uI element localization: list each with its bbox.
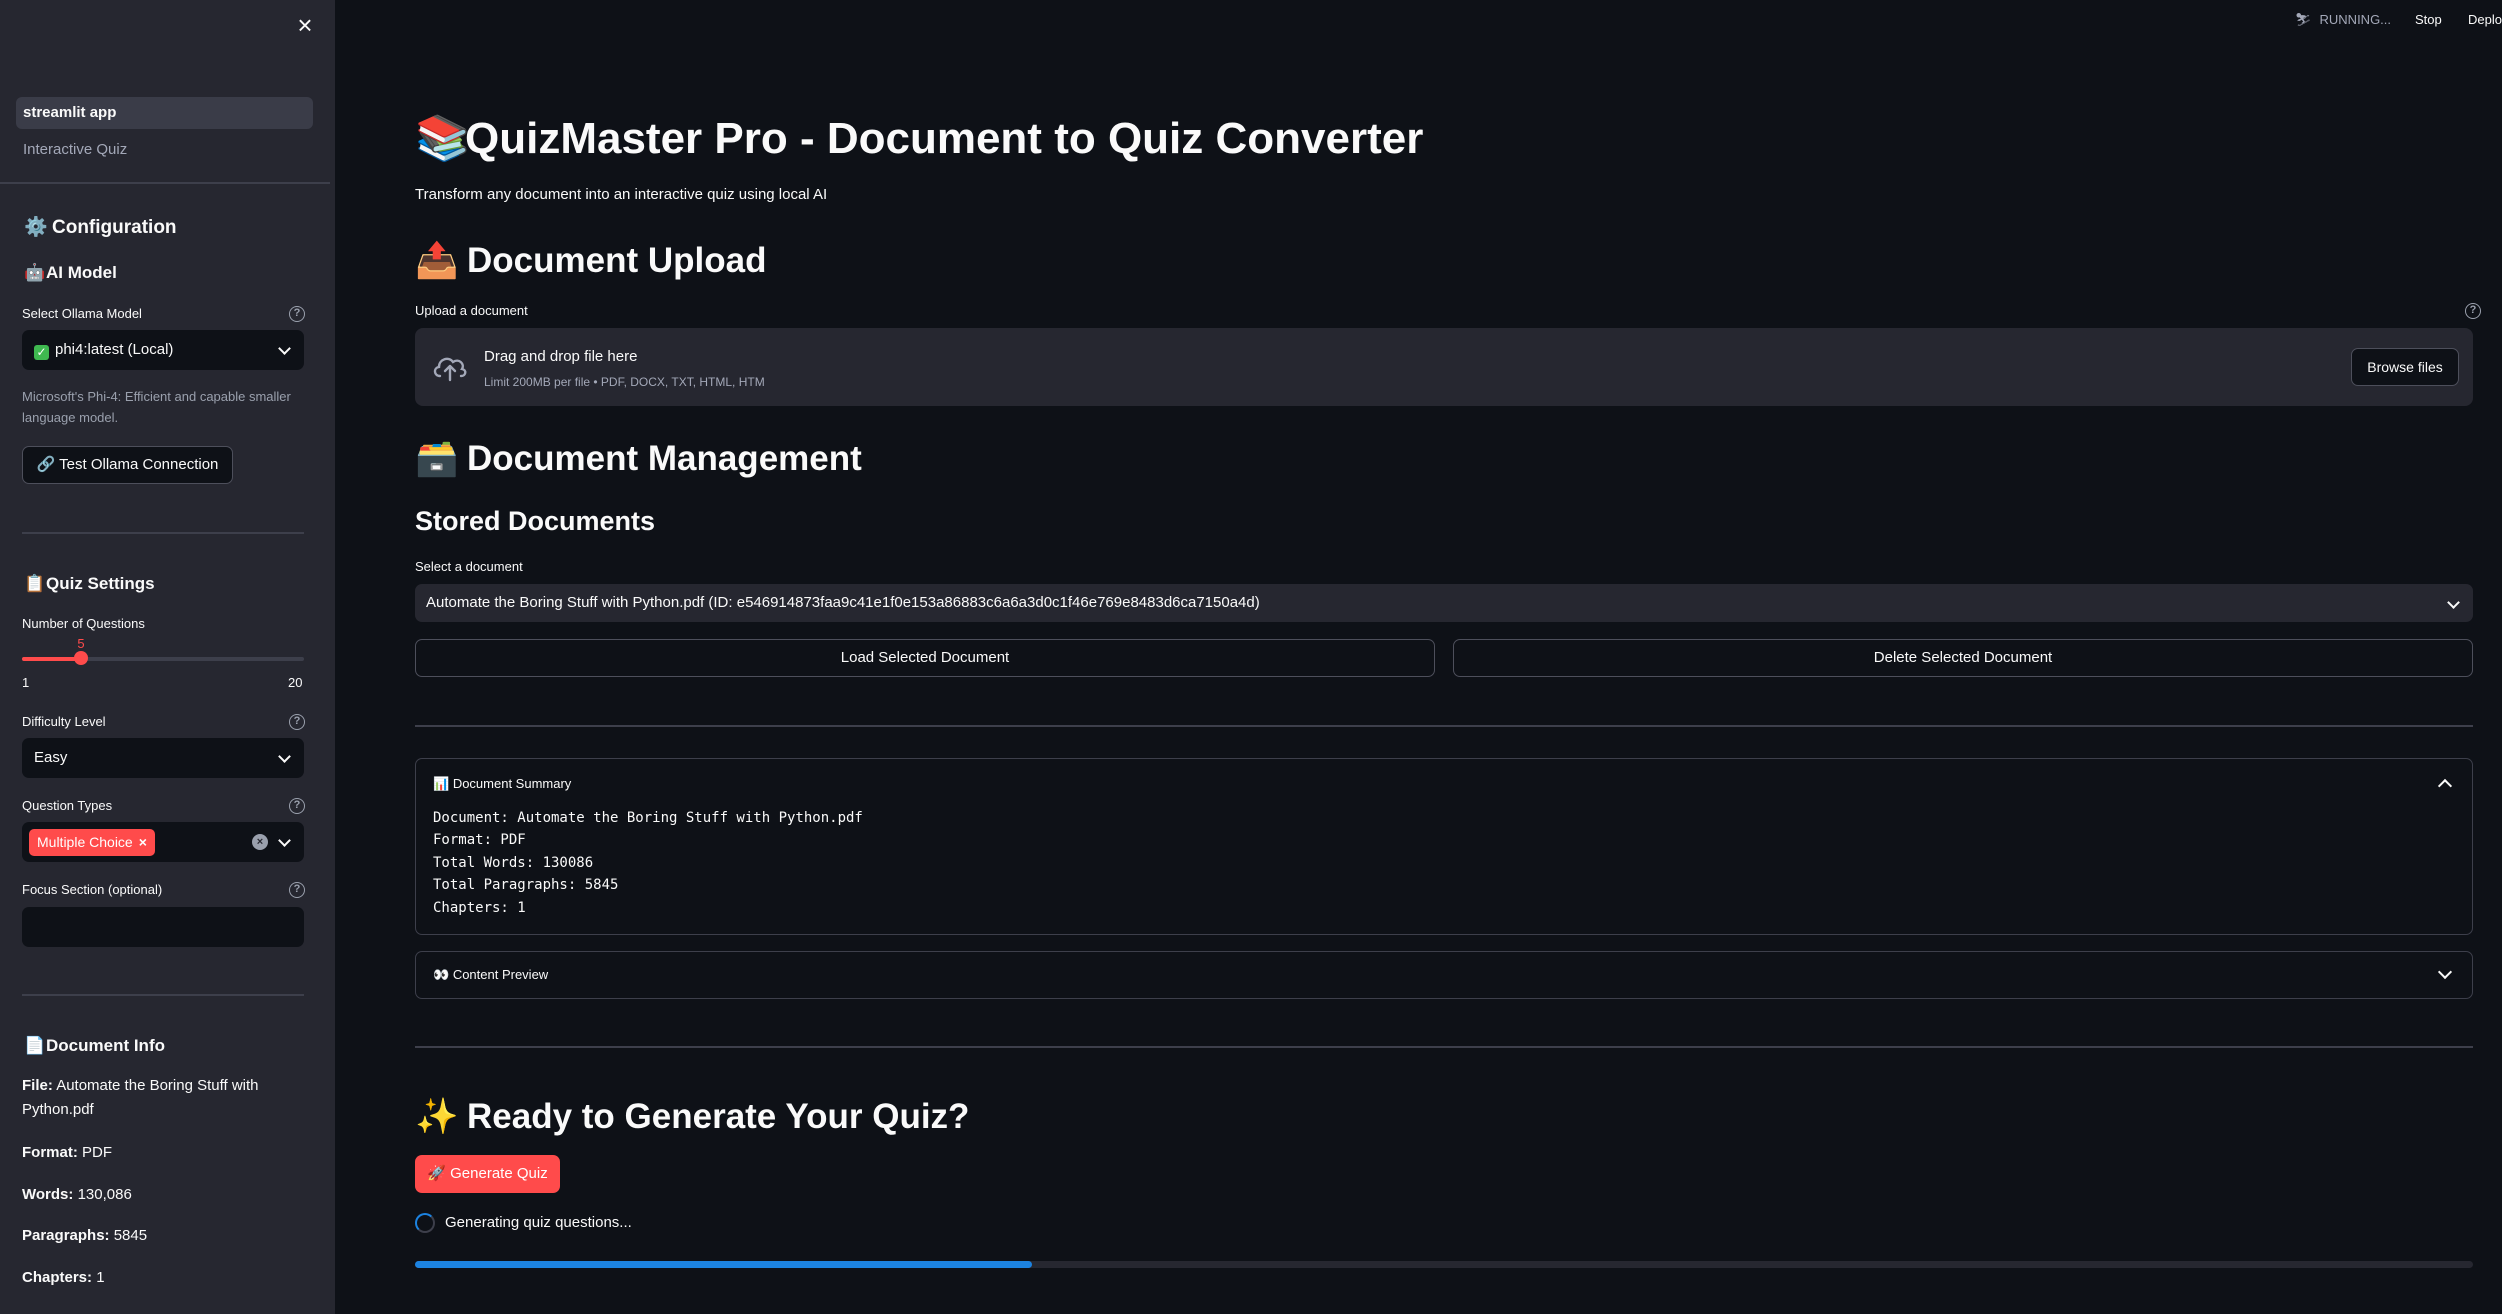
num-questions-slider[interactable] xyxy=(22,651,304,665)
document-select[interactable]: Automate the Boring Stuff with Python.pd… xyxy=(415,584,2473,622)
close-sidebar-icon[interactable]: × xyxy=(290,10,320,40)
info-words: Words: 130,086 xyxy=(22,1186,132,1203)
ai-model-heading: 🤖AI Model xyxy=(24,263,117,282)
model-caption: Microsoft's Phi-4: Efficient and capable… xyxy=(22,389,291,425)
load-selected-document-button[interactable]: Load Selected Document xyxy=(415,639,1435,677)
help-icon[interactable]: ? xyxy=(289,882,305,898)
sidebar-divider xyxy=(0,182,330,184)
difficulty-select[interactable]: Easy xyxy=(22,738,304,778)
sidebar: × streamlit app Interactive Quiz ⚙️ Confi… xyxy=(0,0,335,1314)
info-chapters: Chapters: 1 xyxy=(22,1269,105,1286)
document-icon: 📄 xyxy=(24,1036,46,1055)
document-summary-expander: 📊 Document Summary Document: Automate th… xyxy=(415,758,2473,935)
slider-min: 1 xyxy=(22,675,30,690)
configuration-heading: ⚙️ Configuration xyxy=(24,217,177,238)
remove-tag-icon[interactable]: × xyxy=(139,834,147,850)
content-preview-expander[interactable]: 👀 Content Preview xyxy=(415,951,2473,999)
summary-line: Document: Automate the Boring Stuff with… xyxy=(433,810,863,826)
spinner-icon xyxy=(415,1213,435,1233)
drag-drop-text: Drag and drop file here xyxy=(484,348,638,365)
chart-icon: 📊 xyxy=(433,776,450,791)
upload-limit-text: Limit 200MB per file • PDF, DOCX, TXT, H… xyxy=(484,375,765,389)
clear-all-icon[interactable]: × xyxy=(252,834,268,850)
summary-line: Total Words: 130086 xyxy=(433,855,594,871)
stored-documents-heading: Stored Documents xyxy=(415,506,656,536)
deploy-button[interactable]: Deploy xyxy=(2468,12,2502,27)
clipboard-icon: 📋 xyxy=(24,574,46,593)
generate-quiz-button[interactable]: 🚀 Generate Quiz xyxy=(415,1155,560,1193)
chevron-down-icon xyxy=(278,330,292,370)
robot-icon: 🤖 xyxy=(24,263,46,282)
nav-item-interactive-quiz[interactable]: Interactive Quiz xyxy=(16,134,313,166)
difficulty-label: Difficulty Level xyxy=(22,714,106,729)
test-ollama-connection-button[interactable]: 🔗 Test Ollama Connection xyxy=(22,446,233,484)
question-types-label: Question Types xyxy=(22,798,113,813)
file-dropzone[interactable]: Drag and drop file here Limit 200MB per … xyxy=(415,328,2473,406)
info-paragraphs: Paragraphs: 5845 xyxy=(22,1227,148,1244)
focus-section-label: Focus Section (optional) xyxy=(22,882,163,897)
page-title: 📚QuizMaster Pro - Document to Quiz Conve… xyxy=(415,114,1424,163)
running-status: ⛷ RUNNING... xyxy=(2295,12,2392,27)
info-format: Format: PDF xyxy=(22,1144,113,1161)
generating-status: Generating quiz questions... xyxy=(445,1214,632,1231)
info-file: File: Automate the Boring Stuff with Pyt… xyxy=(22,1077,259,1118)
upload-label: Upload a document xyxy=(415,303,528,318)
cloud-upload-icon xyxy=(433,357,467,382)
check-icon: ✓ xyxy=(34,345,49,360)
quiz-settings-heading: 📋Quiz Settings xyxy=(24,574,155,593)
divider xyxy=(415,1046,2473,1048)
generate-heading: ✨ Ready to Generate Your Quiz? xyxy=(415,1097,970,1136)
progress-bar xyxy=(415,1261,2473,1268)
help-icon[interactable]: ? xyxy=(289,798,305,814)
divider xyxy=(415,725,2473,727)
slider-handle[interactable] xyxy=(74,651,88,665)
select-document-label: Select a document xyxy=(415,559,523,574)
summary-line: Chapters: 1 xyxy=(433,900,526,916)
focus-section-input[interactable] xyxy=(22,907,304,947)
document-info-heading: 📄Document Info xyxy=(24,1036,165,1055)
chevron-up-icon[interactable] xyxy=(2437,778,2453,794)
sparkles-icon: ✨ xyxy=(415,1097,459,1136)
card-file-box-icon: 🗃️ xyxy=(415,439,459,478)
delete-selected-document-button[interactable]: Delete Selected Document xyxy=(1453,639,2473,677)
summary-line: Total Paragraphs: 5845 xyxy=(433,877,619,893)
model-select[interactable]: ✓ phi4:latest (Local) xyxy=(22,330,304,370)
running-icon: ⛷ xyxy=(2295,12,2312,27)
gear-icon: ⚙️ xyxy=(24,217,48,238)
content-preview-header[interactable]: 👀 Content Preview xyxy=(433,967,548,983)
chevron-down-icon xyxy=(278,738,292,778)
chevron-down-icon xyxy=(278,822,292,862)
num-questions-label: Number of Questions xyxy=(22,616,145,631)
slider-value: 5 xyxy=(77,636,85,651)
stop-button[interactable]: Stop xyxy=(2415,12,2442,27)
progress-fill xyxy=(415,1261,1033,1268)
help-icon[interactable]: ? xyxy=(289,306,305,322)
sidebar-divider xyxy=(22,994,304,996)
page-subtitle: Transform any document into an interacti… xyxy=(415,186,828,203)
sidebar-divider xyxy=(22,532,304,534)
chevron-down-icon[interactable] xyxy=(2437,964,2453,980)
main-content: ⛷RUNNING... Stop Deploy 📚QuizMaster Pro … xyxy=(335,0,2502,1314)
document-summary-header[interactable]: 📊 Document Summary xyxy=(433,776,571,792)
help-icon[interactable]: ? xyxy=(2465,303,2481,319)
books-icon: 📚 xyxy=(415,114,470,163)
browse-files-button[interactable]: Browse files xyxy=(2351,348,2459,386)
slider-max: 20 xyxy=(288,675,303,690)
eyes-icon: 👀 xyxy=(433,967,450,982)
tag-multiple-choice[interactable]: Multiple Choice × xyxy=(29,829,155,856)
slider-fill xyxy=(22,657,81,661)
nav-item-streamlit-app[interactable]: streamlit app xyxy=(16,97,313,129)
document-upload-heading: 📤 Document Upload xyxy=(415,241,767,280)
document-management-heading: 🗃️ Document Management xyxy=(415,439,862,478)
select-model-label: Select Ollama Model xyxy=(22,306,142,321)
help-icon[interactable]: ? xyxy=(289,714,305,730)
outbox-icon: 📤 xyxy=(415,241,459,280)
summary-line: Format: PDF xyxy=(433,832,526,848)
chevron-down-icon xyxy=(2447,584,2461,622)
